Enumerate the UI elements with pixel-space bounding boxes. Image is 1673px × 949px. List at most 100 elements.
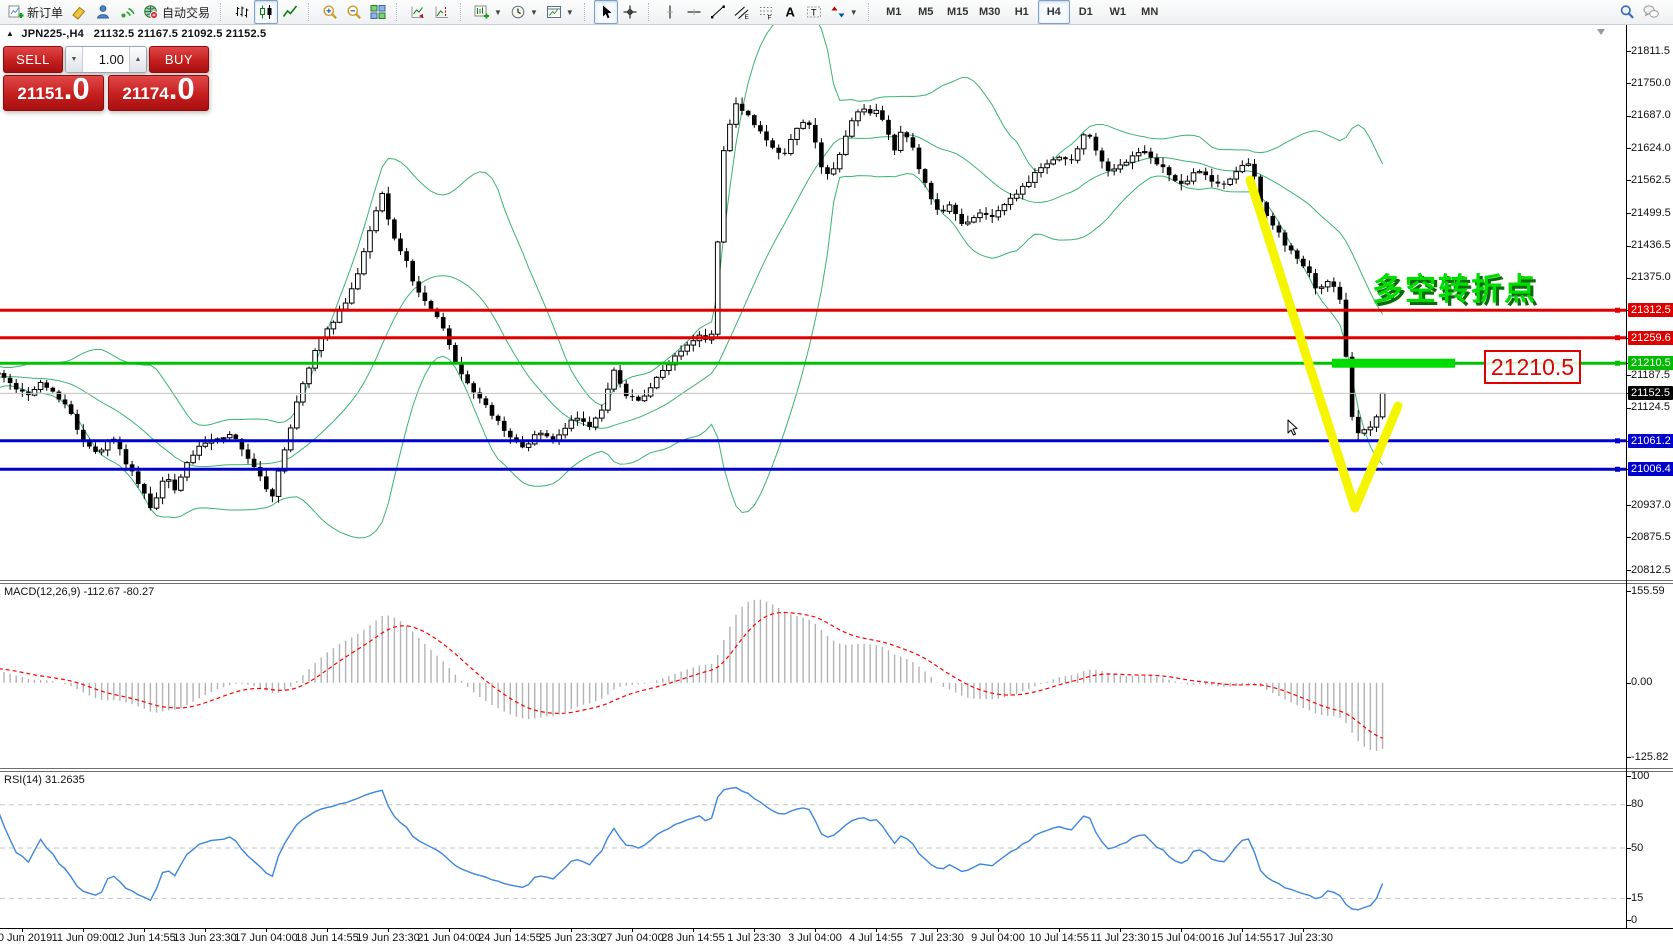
price-tick-label: 21750.0 — [1631, 77, 1671, 89]
chat-icon — [1643, 4, 1659, 20]
crosshair-button[interactable] — [618, 0, 642, 24]
rsi-tick-label: 100 — [1631, 770, 1649, 782]
price-tick-label: 21624.0 — [1631, 142, 1671, 154]
vline-button[interactable] — [658, 0, 682, 24]
hline-icon — [686, 4, 702, 20]
chart-shift-button[interactable] — [430, 0, 454, 24]
tile-windows-button[interactable] — [366, 0, 390, 24]
price-line-label: 21061.2 — [1628, 434, 1673, 448]
crosshair-icon — [622, 4, 638, 20]
trendline-button[interactable] — [706, 0, 730, 24]
arrows-button[interactable]: ▼ — [826, 0, 862, 24]
new-order-label: 新订单 — [27, 4, 63, 21]
channel-button[interactable]: E — [730, 0, 754, 24]
zoom-out-button[interactable] — [342, 0, 366, 24]
svg-text:T: T — [811, 8, 817, 18]
fibonacci-button[interactable]: F — [754, 0, 778, 24]
auto-scroll-button[interactable] — [406, 0, 430, 24]
channel-icon: E — [734, 4, 750, 20]
macd-tick-label: -125.82 — [1631, 751, 1668, 763]
new-chart-button[interactable]: ▼ — [470, 0, 506, 24]
text-a-button[interactable]: A — [778, 0, 802, 24]
macd-tick-label: 0.00 — [1631, 676, 1652, 688]
text-label-icon: T — [806, 4, 822, 20]
eraser-button[interactable] — [67, 0, 91, 24]
zoom-in-icon — [322, 4, 338, 20]
tile-windows-icon — [370, 4, 386, 20]
price-tick-label: 20875.5 — [1631, 531, 1671, 543]
new-order-icon — [8, 4, 24, 20]
dropdown-arrow-icon: ▼ — [530, 8, 538, 17]
timeframe-mn-button[interactable]: MN — [1134, 0, 1166, 24]
arrows-icon — [830, 4, 846, 20]
fibonacci-icon: F — [758, 4, 774, 20]
timeframe-m5-button[interactable]: M5 — [910, 0, 942, 24]
turning-point-annotation: 多空转折点 — [1372, 264, 1537, 309]
search-icon — [1619, 4, 1635, 20]
hline-button[interactable] — [682, 0, 706, 24]
price-line-label: 21152.5 — [1628, 386, 1673, 400]
toolbar-separator — [648, 3, 654, 21]
macd-tick-label: 155.59 — [1631, 585, 1665, 597]
toolbar-separator — [460, 3, 466, 21]
timeframe-m1-button[interactable]: M1 — [878, 0, 910, 24]
toolbar-separator — [308, 3, 314, 21]
new-order-button[interactable]: 新订单 — [4, 0, 67, 24]
timeframe-m15-button[interactable]: M15 — [942, 0, 974, 24]
timeframe-d1-button[interactable]: D1 — [1070, 0, 1102, 24]
buy-price-frac: .0 — [169, 76, 195, 102]
sell-button[interactable]: SELL — [3, 46, 63, 73]
main-toolbar: 新订单 自动交易 ▼ ▼ ▼ E F AT ▼ M1M5M15M30H1H4D1W1MN — [0, 0, 1673, 25]
timeframe-w1-button[interactable]: W1 — [1102, 0, 1134, 24]
chart-shift-icon — [434, 4, 450, 20]
timeframe-h4-button[interactable]: H4 — [1038, 0, 1070, 24]
rsi-tick-label: 15 — [1631, 892, 1643, 904]
profile-button[interactable] — [91, 0, 115, 24]
dropdown-arrow-icon: ▼ — [850, 8, 858, 17]
autotrade-label: 自动交易 — [162, 4, 210, 21]
candles-mode-button[interactable] — [254, 0, 278, 24]
search-button[interactable] — [1615, 0, 1639, 24]
price-tick-label: 21375.0 — [1631, 271, 1671, 283]
auto-scroll-icon — [410, 4, 426, 20]
sell-price-button[interactable]: 21151 .0 — [3, 75, 104, 111]
cursor-button[interactable] — [594, 0, 618, 24]
chart-canvas[interactable] — [0, 0, 1673, 949]
sell-price-frac: .0 — [64, 76, 90, 102]
price-line-label: 21006.4 — [1628, 462, 1673, 476]
volume-value[interactable]: 1.00 — [83, 47, 129, 72]
period-clock-button[interactable]: ▼ — [506, 0, 542, 24]
chat-button[interactable] — [1639, 0, 1663, 24]
trendline-icon — [710, 4, 726, 20]
zoom-in-button[interactable] — [318, 0, 342, 24]
line-mode-icon — [282, 4, 298, 20]
signal-button[interactable] — [115, 0, 139, 24]
toolbar-separator — [220, 3, 226, 21]
svg-text:F: F — [767, 15, 771, 21]
autotrade-icon — [143, 4, 159, 20]
line-mode-button[interactable] — [278, 0, 302, 24]
signal-icon — [119, 4, 135, 20]
buy-price-button[interactable]: 21174 .0 — [108, 75, 209, 111]
rsi-tick-label: 0 — [1631, 914, 1637, 926]
buy-price-main: 21174 — [122, 84, 168, 104]
toolbar-separator — [584, 3, 590, 21]
templates-button[interactable]: ▼ — [542, 0, 578, 24]
toolbar-separator — [868, 3, 874, 21]
eraser-icon — [71, 4, 87, 20]
autotrade-button[interactable]: 自动交易 — [139, 0, 214, 24]
one-click-trading-panel: SELL ▼ 1.00 ▲ BUY 21151 .0 21174 .0 — [3, 46, 207, 111]
timeframe-m30-button[interactable]: M30 — [974, 0, 1006, 24]
timeframe-h1-button[interactable]: H1 — [1006, 0, 1038, 24]
volume-decrease-button[interactable]: ▼ — [66, 47, 83, 72]
price-tick-label: 21811.5 — [1631, 45, 1670, 57]
text-label-button[interactable]: T — [802, 0, 826, 24]
bars-mode-button[interactable] — [230, 0, 254, 24]
cursor-icon — [598, 4, 614, 20]
price-tick-label: 21687.0 — [1631, 109, 1671, 121]
price-target-box: 21210.5 — [1484, 350, 1581, 384]
price-tick-label: 21436.5 — [1631, 239, 1671, 251]
volume-increase-button[interactable]: ▲ — [129, 47, 146, 72]
buy-button[interactable]: BUY — [149, 46, 209, 73]
price-line-label: 21259.6 — [1628, 331, 1673, 345]
